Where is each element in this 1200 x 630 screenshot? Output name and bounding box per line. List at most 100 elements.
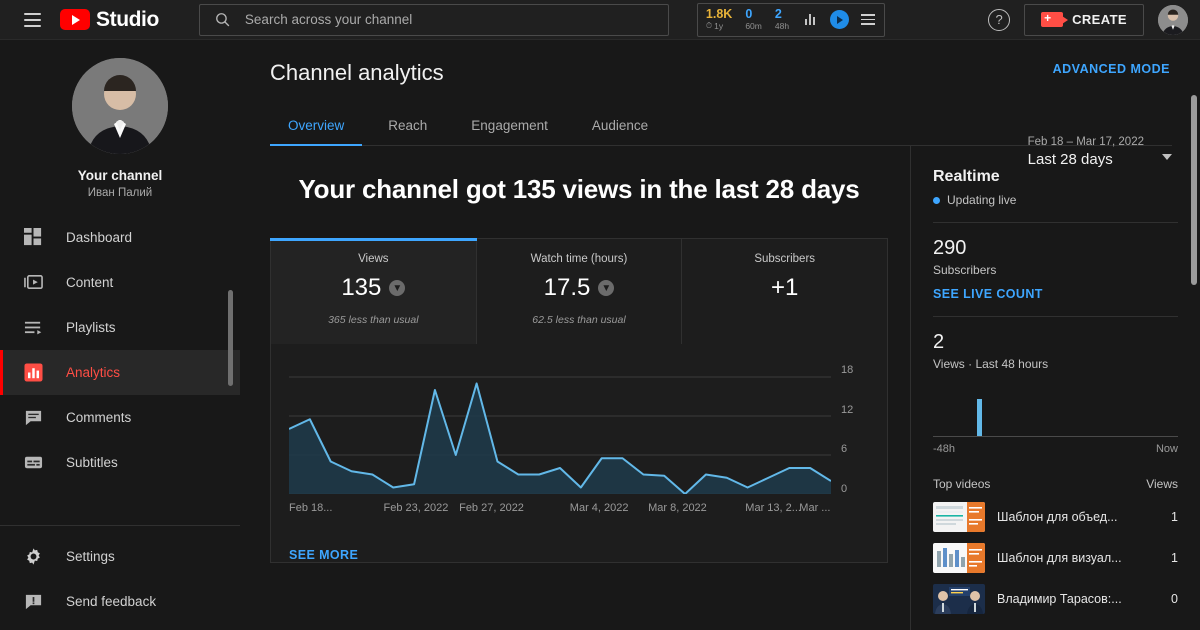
live-dot-icon bbox=[933, 196, 940, 204]
main-content: Channel analytics ADVANCED MODE Feb 18 –… bbox=[240, 40, 1200, 630]
x-tick-label: Mar ... bbox=[799, 502, 831, 514]
sidebar-item-playlists[interactable]: Playlists bbox=[0, 305, 240, 350]
search-input[interactable] bbox=[244, 12, 654, 27]
stat-1y-value: 1.8K bbox=[705, 7, 733, 22]
sidebar-item-label: Analytics bbox=[66, 365, 121, 380]
stat-1y[interactable]: 1.8K ⏱ 1y bbox=[704, 8, 734, 31]
subtitles-icon bbox=[22, 452, 44, 474]
metric-views[interactable]: Views 135 ▼ 365 less than usual bbox=[270, 238, 477, 344]
sidebar-scrollbar[interactable] bbox=[228, 290, 233, 386]
youtube-studio-logo[interactable]: Studio bbox=[60, 8, 159, 32]
top-bar: Studio 1.8K ⏱ 1y 0 60m bbox=[0, 0, 1200, 40]
stat-48h-value: 2 bbox=[774, 7, 782, 22]
channel-name: Иван Палий bbox=[87, 187, 153, 199]
views-header: Views bbox=[1146, 477, 1178, 491]
metric-watch-time[interactable]: Watch time (hours) 17.5 ▼ 62.5 less than… bbox=[477, 239, 683, 344]
chart-x-axis: Feb 18... Feb 23, 2022 Feb 27, 2022 Mar 4, … bbox=[289, 494, 831, 518]
y-tick-label: 18 bbox=[841, 364, 854, 377]
search-container bbox=[198, 3, 669, 36]
see-more-link[interactable]: SEE MORE bbox=[271, 530, 887, 562]
y-tick-label: 0 bbox=[841, 483, 848, 495]
video-title: Владимир Тарасов:... bbox=[997, 592, 1122, 606]
sidebar-item-send-feedback[interactable]: Send feedback bbox=[0, 579, 240, 624]
video-views: 0 bbox=[1171, 592, 1178, 606]
sidebar-nav-bottom: Settings Send feedback bbox=[0, 515, 240, 630]
sidebar-item-label: Playlists bbox=[66, 320, 116, 335]
overview-card: Views 135 ▼ 365 less than usual Watch ti… bbox=[270, 238, 888, 563]
channel-block[interactable]: Your channel Иван Палий bbox=[0, 58, 240, 215]
play-circle-icon[interactable] bbox=[829, 10, 849, 30]
video-thumbnail bbox=[933, 543, 985, 573]
analytics-bar-icon bbox=[22, 362, 44, 384]
date-range-sub: Feb 18 – Mar 17, 2022 bbox=[1027, 136, 1144, 148]
tab-overview[interactable]: Overview bbox=[270, 118, 363, 146]
stat-1y-label: ⏱ 1y bbox=[705, 20, 724, 31]
sidebar-item-content[interactable]: Content bbox=[0, 260, 240, 305]
stat-60m-value: 0 bbox=[745, 7, 753, 22]
overview-headline: Your channel got 135 views in the last 2… bbox=[298, 174, 860, 204]
list-item[interactable]: Владимир Тарасов:... 0 bbox=[933, 584, 1178, 614]
views-chart[interactable]: 18 12 6 0 Feb 18... Feb 23, 2022 Feb 27, 2022… bbox=[271, 344, 887, 530]
sparkline-left-label: -48h bbox=[933, 443, 956, 455]
youtube-play-icon bbox=[60, 9, 90, 30]
sidebar-item-comments[interactable]: Comments bbox=[0, 395, 240, 440]
date-range-selector[interactable]: Feb 18 – Mar 17, 2022 Last 28 days bbox=[1028, 136, 1172, 168]
sidebar: Your channel Иван Палий Dashboard Conten… bbox=[0, 40, 240, 630]
tab-engagement[interactable]: Engagement bbox=[453, 118, 566, 145]
playlists-icon bbox=[22, 317, 44, 339]
create-button[interactable]: CREATE bbox=[1024, 3, 1144, 36]
list-item[interactable]: Шаблон для объед... 1 bbox=[933, 502, 1178, 532]
stat-48h[interactable]: 2 48h bbox=[773, 8, 791, 31]
main-scrollbar[interactable] bbox=[1191, 95, 1197, 285]
channel-avatar-photo bbox=[72, 58, 168, 154]
sparkline-axis: -48h Now bbox=[933, 443, 1178, 455]
hamburger-menu-icon[interactable] bbox=[12, 0, 52, 40]
tab-reach[interactable]: Reach bbox=[370, 118, 445, 145]
sidebar-item-dashboard[interactable]: Dashboard bbox=[0, 215, 240, 260]
video-views: 1 bbox=[1171, 510, 1178, 524]
sidebar-item-subtitles[interactable]: Subtitles bbox=[0, 440, 240, 485]
more-menu-icon[interactable] bbox=[858, 14, 878, 25]
search-box[interactable] bbox=[198, 3, 669, 36]
gear-icon bbox=[22, 546, 44, 568]
realtime-views-count: 2 bbox=[933, 331, 945, 353]
realtime-panel: Realtime Updating live 290 Subscribers S… bbox=[910, 146, 1200, 630]
sidebar-item-label: Send feedback bbox=[66, 594, 157, 609]
avatar-photo bbox=[1158, 4, 1188, 35]
video-title: Шаблон для объед... bbox=[997, 510, 1118, 524]
subscribers-count: 290 bbox=[933, 237, 967, 259]
see-live-count-link[interactable]: SEE LIVE COUNT bbox=[933, 287, 1178, 301]
metric-subscribers[interactable]: Subscribers +1 bbox=[682, 239, 887, 344]
arrow-down-icon: ▼ bbox=[389, 280, 406, 296]
sidebar-item-settings[interactable]: Settings bbox=[0, 534, 240, 579]
stat-60m[interactable]: 0 60m bbox=[743, 8, 764, 31]
comments-icon bbox=[22, 407, 44, 429]
channel-avatar[interactable] bbox=[72, 58, 168, 154]
feedback-icon bbox=[22, 591, 44, 613]
account-avatar[interactable] bbox=[1158, 4, 1188, 35]
help-icon[interactable]: ? bbox=[988, 8, 1011, 31]
studio-wordmark: Studio bbox=[96, 7, 159, 31]
metric-value-row: 17.5 ▼ bbox=[487, 274, 672, 302]
x-tick-label: Mar 8, 2022 bbox=[648, 502, 707, 514]
sidebar-item-analytics[interactable]: Analytics bbox=[0, 350, 240, 395]
metric-value-row: +1 bbox=[692, 274, 877, 302]
dashboard-icon bbox=[22, 227, 44, 249]
create-button-label: CREATE bbox=[1072, 12, 1127, 27]
metric-value-row: 135 ▼ bbox=[281, 274, 466, 302]
tab-audience[interactable]: Audience bbox=[574, 118, 666, 145]
sidebar-item-label: Settings bbox=[66, 549, 115, 564]
sparkline-bar bbox=[977, 399, 983, 436]
chevron-down-icon bbox=[1162, 154, 1172, 160]
bar-chart-icon[interactable] bbox=[800, 10, 820, 30]
search-icon bbox=[216, 13, 230, 27]
youtube-studio-window: Studio 1.8K ⏱ 1y 0 60m bbox=[0, 0, 1200, 630]
date-range-label: Last 28 days bbox=[1027, 151, 1113, 168]
advanced-mode-link[interactable]: ADVANCED MODE bbox=[1053, 62, 1170, 76]
app-body: Your channel Иван Палий Dashboard Conten… bbox=[0, 40, 1200, 630]
list-item[interactable]: Шаблон для визуал... 1 bbox=[933, 543, 1178, 573]
channel-stats-widget[interactable]: 1.8K ⏱ 1y 0 60m 2 48h bbox=[696, 2, 886, 37]
video-thumbnail bbox=[933, 502, 985, 532]
views-area-chart bbox=[289, 364, 831, 494]
y-tick-label: 6 bbox=[841, 443, 848, 456]
